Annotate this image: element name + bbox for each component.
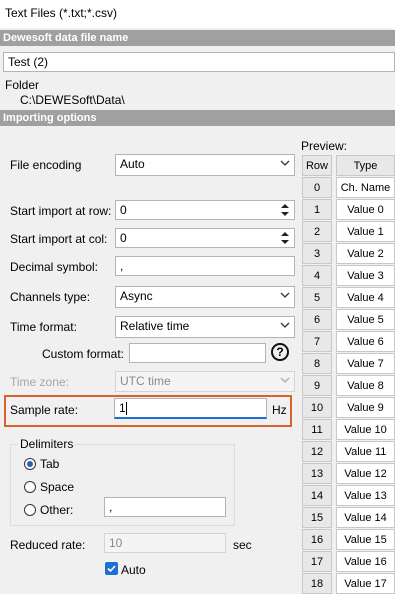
preview-row-type[interactable]: Value 2 — [336, 243, 395, 264]
channels-type-value: Async — [120, 289, 153, 303]
preview-row-number[interactable]: 11 — [302, 419, 332, 440]
preview-row-type[interactable]: Value 10 — [336, 419, 395, 440]
start-col-input[interactable]: 0 — [115, 228, 295, 248]
time-zone-value: UTC time — [120, 374, 171, 388]
sample-rate-input[interactable]: 1 — [114, 398, 267, 419]
sample-rate-unit: Hz — [272, 403, 287, 417]
preview-row-type[interactable]: Value 9 — [336, 397, 395, 418]
reduced-rate-input[interactable]: 10 — [104, 533, 226, 553]
preview-row-number[interactable]: 1 — [302, 199, 332, 220]
preview-row-type[interactable]: Value 12 — [336, 463, 395, 484]
preview-row-number[interactable]: 5 — [302, 287, 332, 308]
preview-row-number[interactable]: 4 — [302, 265, 332, 286]
preview-row-type[interactable]: Value 4 — [336, 287, 395, 308]
time-zone-select[interactable]: UTC time — [115, 371, 295, 392]
start-col-label: Start import at col: — [10, 232, 108, 246]
chevron-down-icon — [280, 292, 290, 298]
preview-row-number[interactable]: 7 — [302, 331, 332, 352]
radio-space-label[interactable]: Space — [40, 480, 74, 494]
other-delimiter-input[interactable]: , — [104, 497, 226, 517]
time-format-label: Time format: — [10, 320, 77, 334]
start-row-input[interactable]: 0 — [115, 200, 295, 220]
preview-row-type[interactable]: Value 17 — [336, 573, 395, 594]
preview-row-number[interactable]: 3 — [302, 243, 332, 264]
help-icon[interactable]: ? — [271, 343, 289, 361]
time-zone-label: Time zone: — [10, 375, 69, 389]
auto-label[interactable]: Auto — [121, 563, 146, 577]
preview-row-number[interactable]: 13 — [302, 463, 332, 484]
spin-arrows-icon[interactable] — [279, 230, 291, 246]
preview-row-number[interactable]: 0 — [302, 177, 332, 198]
start-row-label: Start import at row: — [10, 204, 112, 218]
chevron-down-icon — [280, 160, 290, 166]
preview-header-type[interactable]: Type — [336, 155, 395, 176]
preview-header-row[interactable]: Row — [302, 155, 332, 176]
section-header-importing-options: Importing options — [0, 110, 395, 126]
folder-label: Folder — [5, 78, 40, 92]
preview-row-number[interactable]: 2 — [302, 221, 332, 242]
preview-row-number[interactable]: 14 — [302, 485, 332, 506]
channels-type-select[interactable]: Async — [115, 286, 295, 308]
preview-row-number[interactable]: 6 — [302, 309, 332, 330]
checkmark-icon — [107, 565, 116, 573]
radio-tab-label[interactable]: Tab — [40, 457, 59, 471]
preview-label: Preview: — [301, 139, 348, 153]
start-row-value: 0 — [120, 203, 127, 217]
radio-other[interactable] — [24, 504, 36, 516]
preview-row-number[interactable]: 16 — [302, 529, 332, 550]
preview-row-type[interactable]: Value 15 — [336, 529, 395, 550]
preview-row-type[interactable]: Value 7 — [336, 353, 395, 374]
channels-type-label: Channels type: — [10, 290, 91, 304]
file-encoding-label: File encoding — [10, 158, 82, 172]
radio-tab[interactable] — [24, 458, 36, 470]
sample-rate-value: 1 — [119, 401, 126, 415]
preview-row-number[interactable]: 15 — [302, 507, 332, 528]
preview-row-type[interactable]: Value 1 — [336, 221, 395, 242]
time-format-value: Relative time — [120, 319, 190, 333]
preview-row-type[interactable]: Value 0 — [336, 199, 395, 220]
preview-row-type[interactable]: Ch. Name — [336, 177, 395, 198]
preview-row-type[interactable]: Value 11 — [336, 441, 395, 462]
window-title: Text Files (*.txt;*.csv) — [5, 6, 118, 20]
file-encoding-select[interactable]: Auto — [115, 154, 295, 176]
preview-row-number[interactable]: 8 — [302, 353, 332, 374]
chevron-down-icon — [280, 322, 290, 328]
auto-checkbox[interactable] — [105, 562, 118, 575]
preview-row-number[interactable]: 9 — [302, 375, 332, 396]
file-encoding-value: Auto — [120, 157, 145, 171]
preview-row-number[interactable]: 18 — [302, 573, 332, 594]
preview-row-type[interactable]: Value 3 — [336, 265, 395, 286]
reduced-rate-unit: sec — [233, 538, 252, 552]
time-format-select[interactable]: Relative time — [115, 316, 295, 338]
preview-row-number[interactable]: 10 — [302, 397, 332, 418]
reduced-rate-label: Reduced rate: — [10, 538, 86, 552]
chevron-down-icon — [280, 377, 290, 383]
preview-row-number[interactable]: 12 — [302, 441, 332, 462]
text-cursor — [125, 402, 127, 416]
radio-other-label[interactable]: Other: — [40, 503, 73, 517]
radio-space[interactable] — [24, 481, 36, 493]
sample-rate-label: Sample rate: — [10, 403, 79, 417]
start-col-value: 0 — [120, 231, 127, 245]
custom-format-input[interactable] — [129, 343, 266, 363]
preview-row-type[interactable]: Value 14 — [336, 507, 395, 528]
spin-arrows-icon[interactable] — [279, 202, 291, 218]
preview-row-number[interactable]: 17 — [302, 551, 332, 572]
preview-row-type[interactable]: Value 16 — [336, 551, 395, 572]
folder-path: C:\DEWESoft\Data\ — [20, 93, 125, 107]
decimal-symbol-input[interactable]: , — [115, 256, 295, 276]
preview-row-type[interactable]: Value 6 — [336, 331, 395, 352]
decimal-symbol-label: Decimal symbol: — [10, 260, 99, 274]
preview-row-type[interactable]: Value 8 — [336, 375, 395, 396]
preview-row-type[interactable]: Value 5 — [336, 309, 395, 330]
preview-row-type[interactable]: Value 13 — [336, 485, 395, 506]
section-header-file-name: Dewesoft data file name — [0, 30, 395, 46]
file-name-input[interactable]: Test (2) — [3, 52, 395, 72]
custom-format-label: Custom format: — [42, 347, 125, 361]
delimiters-title: Delimiters — [18, 437, 76, 451]
